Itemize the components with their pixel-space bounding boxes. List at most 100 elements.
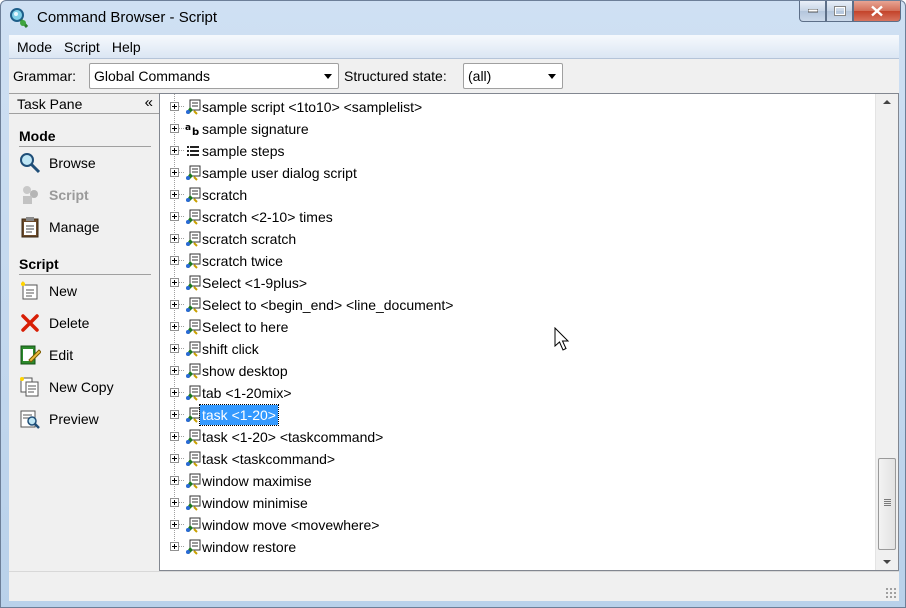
mode-item-label: Manage <box>49 219 100 235</box>
expand-plus-icon[interactable] <box>170 476 179 485</box>
tree-item[interactable]: sample user dialog script <box>160 162 874 184</box>
scroll-up-arrow-icon[interactable] <box>876 94 898 111</box>
task-pane-title: Task Pane <box>17 96 83 112</box>
expand-plus-icon[interactable] <box>170 344 179 353</box>
clipboard-icon <box>21 217 39 238</box>
tree-item[interactable]: show desktop <box>160 360 874 382</box>
tree-item[interactable]: sample steps <box>160 140 874 162</box>
script-item-new[interactable]: New <box>19 278 151 304</box>
scroll-thumb[interactable] <box>878 458 896 550</box>
tree-item[interactable]: window minimise <box>160 492 874 514</box>
tree-item-label: task <1-20> <box>199 404 279 426</box>
tree-item-label: shift click <box>202 341 259 357</box>
tree-item[interactable]: task <1-20> <taskcommand> <box>160 426 874 448</box>
menu-script[interactable]: Script <box>58 35 106 59</box>
script-icon <box>186 341 201 357</box>
command-tree[interactable]: sample script <1to10> <samplelist> a b samp… <box>159 93 899 571</box>
new-copy-icon <box>20 377 39 397</box>
tree-item[interactable]: Select to <begin_end> <line_document> <box>160 294 874 316</box>
title-bar[interactable]: Command Browser - Script <box>1 1 905 35</box>
expand-plus-icon[interactable] <box>170 146 179 155</box>
tree-item[interactable]: sample script <1to10> <samplelist> <box>160 96 874 118</box>
script-icon <box>186 407 201 423</box>
mode-item-manage[interactable]: Manage <box>19 214 151 240</box>
script-item-new-copy[interactable]: New Copy <box>19 374 151 400</box>
expand-plus-icon[interactable] <box>170 278 179 287</box>
resize-grip-icon[interactable] <box>885 587 897 599</box>
expand-plus-icon[interactable] <box>170 300 179 309</box>
scroll-down-arrow-icon[interactable] <box>876 553 898 570</box>
expand-plus-icon[interactable] <box>170 256 179 265</box>
tree-view: sample script <1to10> <samplelist> a b samp… <box>160 94 874 570</box>
mode-item-label: Script <box>49 187 89 203</box>
task-pane: Task Pane « Mode Browse Script Manage Sc… <box>9 93 159 571</box>
tree-item-label: Select to <begin_end> <line_document> <box>202 297 454 313</box>
script-item-preview[interactable]: Preview <box>19 406 151 432</box>
tree-item[interactable]: task <1-20> <box>160 404 874 426</box>
tree-item[interactable]: scratch <box>160 184 874 206</box>
maximize-button[interactable] <box>826 1 853 22</box>
tree-item[interactable]: task <taskcommand> <box>160 448 874 470</box>
menu-help[interactable]: Help <box>106 35 147 59</box>
script-item-label: Delete <box>49 315 90 331</box>
tree-item[interactable]: scratch twice <box>160 250 874 272</box>
expand-plus-icon[interactable] <box>170 388 179 397</box>
tree-item[interactable]: shift click <box>160 338 874 360</box>
close-button[interactable] <box>853 1 901 22</box>
script-icon <box>186 473 201 489</box>
expand-plus-icon[interactable] <box>170 168 179 177</box>
script-item-edit[interactable]: Edit <box>19 342 151 368</box>
tree-item[interactable]: tab <1-20mix> <box>160 382 874 404</box>
magnifier-icon <box>20 153 41 174</box>
tree-item[interactable]: scratch scratch <box>160 228 874 250</box>
tree-item[interactable]: window move <movewhere> <box>160 514 874 536</box>
tree-item[interactable]: a b sample signature <box>160 118 874 140</box>
script-item-label: Edit <box>49 347 74 363</box>
expand-plus-icon[interactable] <box>170 410 179 419</box>
expand-plus-icon[interactable] <box>170 432 179 441</box>
expand-plus-icon[interactable] <box>170 212 179 221</box>
mode-item-script[interactable]: Script <box>19 182 151 208</box>
expand-plus-icon[interactable] <box>170 366 179 375</box>
minimize-icon <box>807 9 818 13</box>
grammar-select[interactable]: Global Commands <box>89 63 339 89</box>
expand-plus-icon[interactable] <box>170 520 179 529</box>
expand-plus-icon[interactable] <box>170 498 179 507</box>
tree-item-label: sample steps <box>202 143 285 159</box>
expand-plus-icon[interactable] <box>170 322 179 331</box>
tree-item[interactable]: Select to here <box>160 316 874 338</box>
tree-item-label: task <1-20> <taskcommand> <box>202 429 384 445</box>
expand-plus-icon[interactable] <box>170 542 179 551</box>
script-item-label: Preview <box>49 411 99 427</box>
tree-item-label: window move <movewhere> <box>202 517 380 533</box>
structured-state-select[interactable]: (all) <box>463 63 563 89</box>
grip-icon <box>884 499 891 506</box>
tree-item[interactable]: window maximise <box>160 470 874 492</box>
chevron-down-icon <box>324 74 332 79</box>
script-item-label: New Copy <box>49 379 114 395</box>
mouse-cursor-icon <box>554 327 570 351</box>
expand-plus-icon[interactable] <box>170 124 179 133</box>
mode-item-browse[interactable]: Browse <box>19 150 151 176</box>
script-icon <box>186 363 201 379</box>
menu-bar: Mode Script Help <box>9 35 899 59</box>
tree-item[interactable]: window restore <box>160 536 874 558</box>
svg-text:a: a <box>185 123 191 133</box>
menu-mode[interactable]: Mode <box>9 35 58 59</box>
expand-plus-icon[interactable] <box>170 190 179 199</box>
minimize-button[interactable] <box>799 1 826 22</box>
tree-item[interactable]: Select <1-9plus> <box>160 272 874 294</box>
expand-plus-icon[interactable] <box>170 454 179 463</box>
close-icon <box>871 5 883 17</box>
maximize-icon <box>833 6 846 16</box>
structured-state-value: (all) <box>468 68 492 84</box>
tree-item-label: window maximise <box>202 473 312 489</box>
tree-item-label: show desktop <box>202 363 288 379</box>
vertical-scrollbar[interactable] <box>875 94 898 570</box>
tree-item-label: Select <1-9plus> <box>202 275 308 291</box>
tree-item[interactable]: scratch <2-10> times <box>160 206 874 228</box>
expand-plus-icon[interactable] <box>170 102 179 111</box>
script-item-delete[interactable]: Delete <box>19 310 151 336</box>
collapse-chevron-icon[interactable]: « <box>145 94 153 111</box>
expand-plus-icon[interactable] <box>170 234 179 243</box>
